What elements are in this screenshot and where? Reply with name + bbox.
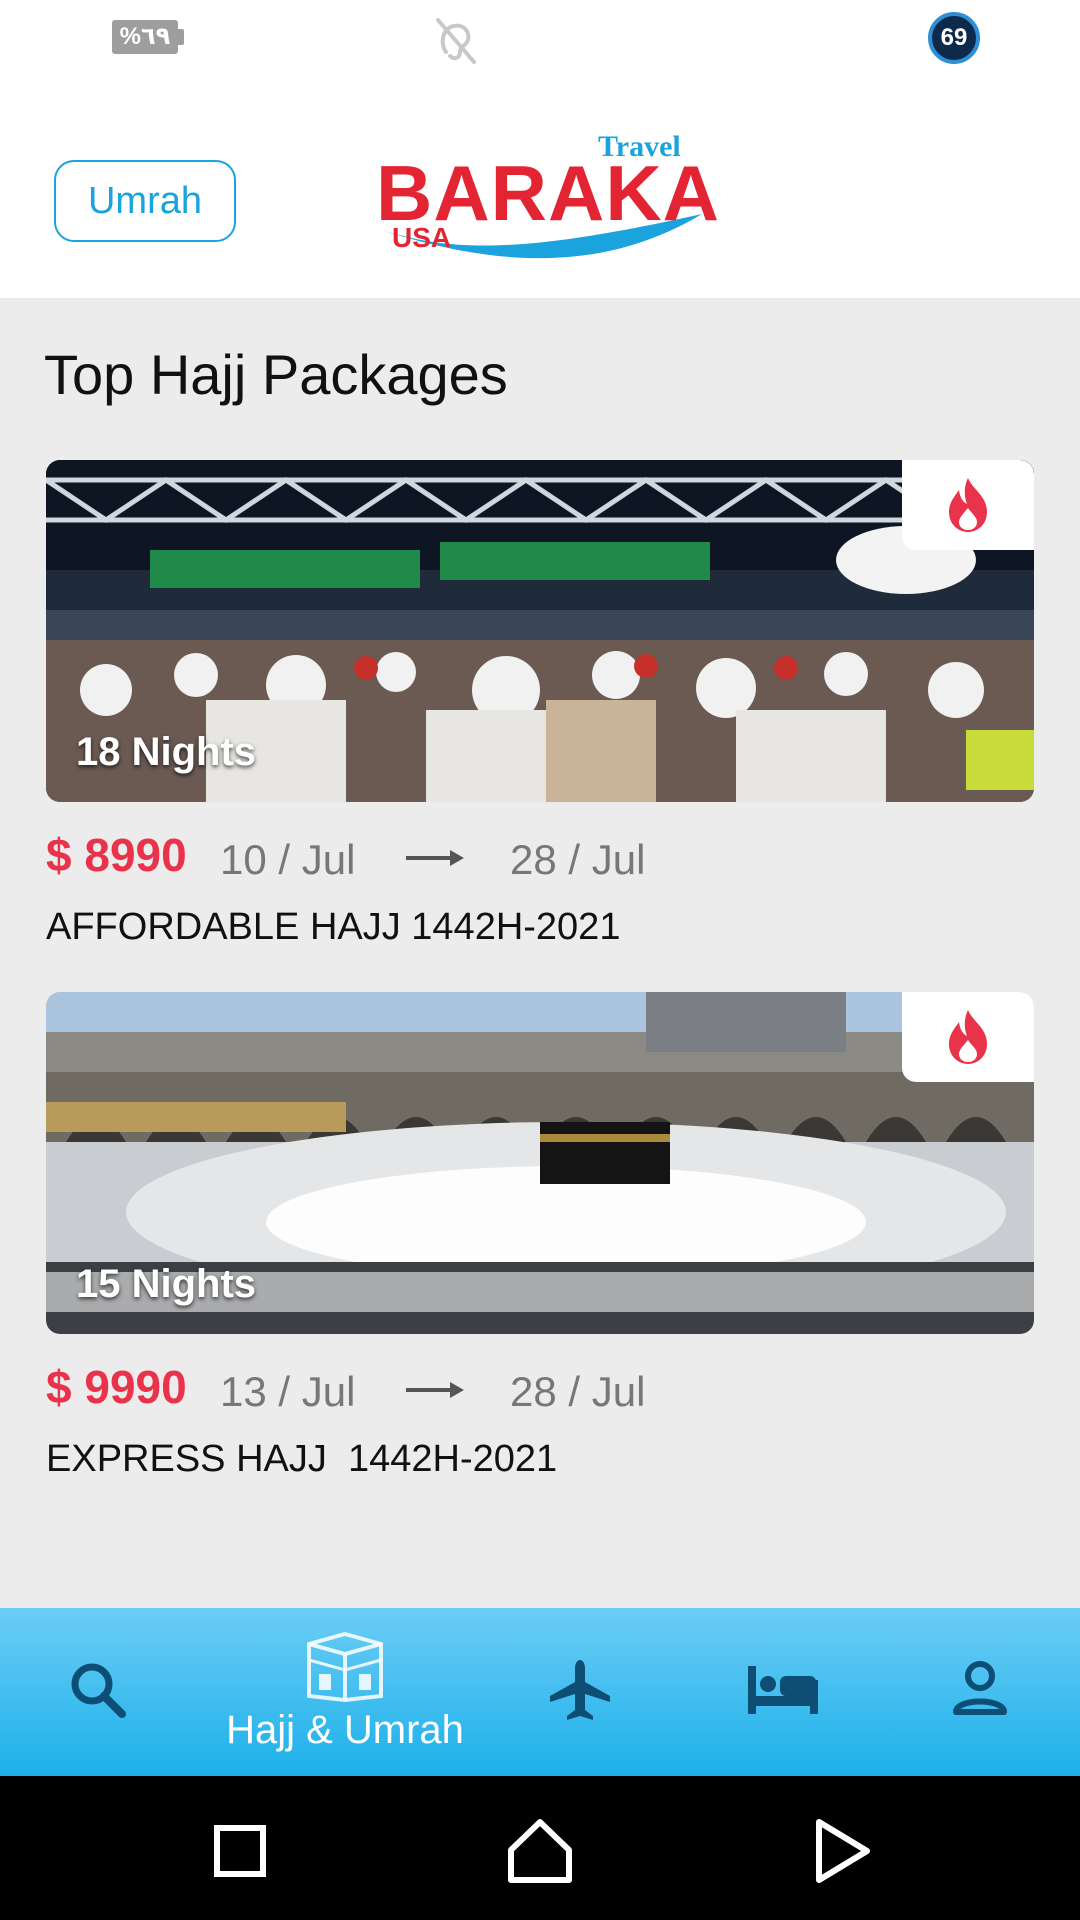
nav-search[interactable]: [60, 1608, 136, 1776]
package-name: EXPRESS HAJJ 1442H-2021: [46, 1438, 558, 1480]
hotel-icon: [748, 1666, 818, 1714]
nav-flights[interactable]: [548, 1608, 624, 1776]
package-price: $ 8990: [46, 829, 187, 881]
battery-tip: [178, 29, 184, 45]
package-date-to: 28 / Jul: [510, 1368, 646, 1415]
package-photo: 15 Nights: [46, 992, 1034, 1334]
home-icon[interactable]: [505, 1816, 575, 1886]
search-icon: [71, 1663, 126, 1718]
nav-hotels[interactable]: [744, 1608, 820, 1776]
system-navigation-bar: [0, 1776, 1080, 1920]
fire-icon: [949, 1010, 987, 1064]
recent-apps-icon[interactable]: [205, 1816, 275, 1886]
hot-deal-badge: [902, 992, 1034, 1082]
hot-deal-badge: [902, 460, 1034, 550]
baraka-travel-logo: Travel BARAKA USA: [372, 130, 719, 270]
profile-icon: [953, 1661, 1007, 1715]
nav-profile[interactable]: [944, 1608, 1020, 1776]
package-card[interactable]: 15 Nights $ 9990 13 / Jul 28 / Jul EXPRE…: [46, 992, 1034, 1492]
nav-hajj-umrah-label: Hajj & Umrah: [226, 1708, 464, 1752]
battery-level-text: %٦٩: [112, 20, 178, 54]
bottom-navigation: Hajj & Umrah: [0, 1608, 1080, 1776]
package-card[interactable]: 18 Nights $ 8990 10 / Jul 28 / Jul AFFOR…: [46, 460, 1034, 960]
arrow-right-icon: [406, 850, 464, 866]
fire-icon: [949, 478, 987, 532]
package-name: AFFORDABLE HAJJ 1442H-2021: [46, 906, 621, 948]
package-date-from: 10 / Jul: [220, 836, 356, 883]
package-price: $ 9990: [46, 1361, 187, 1413]
back-play-icon[interactable]: [805, 1816, 875, 1886]
package-nights: 18 Nights: [76, 730, 257, 774]
package-nights: 15 Nights: [76, 1262, 257, 1306]
umrah-button[interactable]: Umrah: [54, 160, 236, 242]
hearing-disabled-icon: [428, 14, 484, 66]
status-bar: %٦٩ 69: [0, 0, 1080, 80]
logo-country-text: USA: [392, 222, 452, 253]
package-date-to: 28 / Jul: [510, 836, 646, 883]
arrow-right-icon: [406, 1382, 464, 1398]
nav-hajj-umrah[interactable]: Hajj & Umrah: [210, 1608, 480, 1776]
package-date-from: 13 / Jul: [220, 1368, 356, 1415]
kaaba-icon: [307, 1631, 383, 1702]
section-title: Top Hajj Packages: [44, 343, 508, 406]
flight-icon: [550, 1660, 610, 1720]
app-header: Umrah Travel BARAKA USA: [0, 80, 1080, 298]
battery-indicator: %٦٩: [112, 20, 184, 54]
notification-count-badge: 69: [928, 12, 980, 64]
package-photo: 18 Nights: [46, 460, 1034, 802]
